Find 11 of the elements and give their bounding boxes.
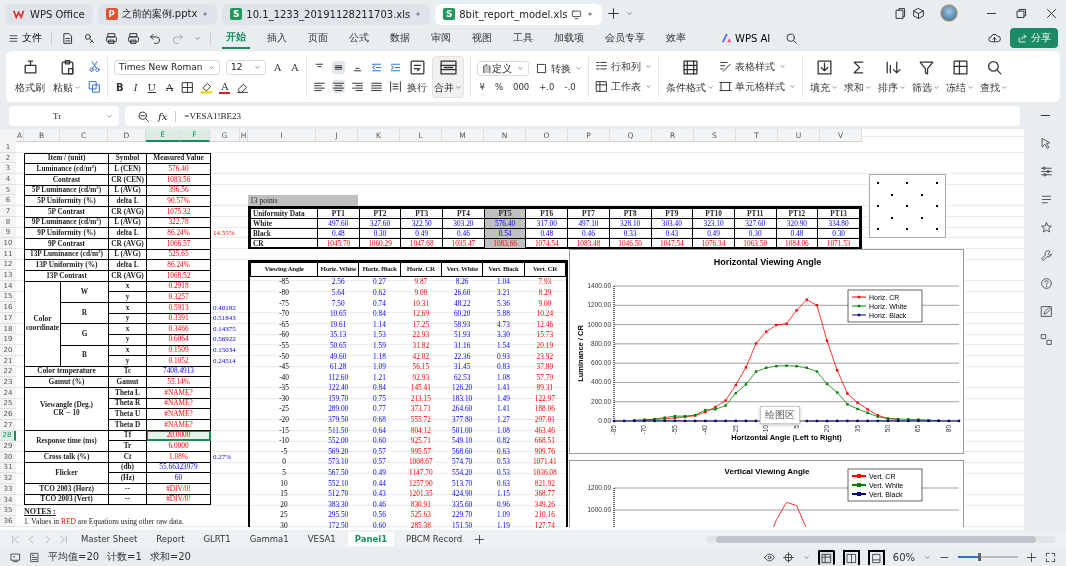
spreadsheet-file-icon: S [443, 8, 456, 20]
chart-title: Vertical Viewing Angle [724, 466, 810, 476]
chart-title: Horizontal Viewing Angle [713, 256, 822, 267]
status-stat: 计数=1 [107, 550, 142, 564]
presentation-file-icon: P [105, 8, 118, 20]
notes-title: NOTES : [24, 507, 57, 517]
status-stat: 平均值=20 [48, 550, 100, 564]
formula-text: =VESA1!BE23 [184, 111, 241, 121]
spreadsheet-file-icon: S [230, 8, 243, 20]
status-stat: 求和=20 [149, 550, 191, 564]
tooltip: 绘图区 [760, 405, 800, 424]
